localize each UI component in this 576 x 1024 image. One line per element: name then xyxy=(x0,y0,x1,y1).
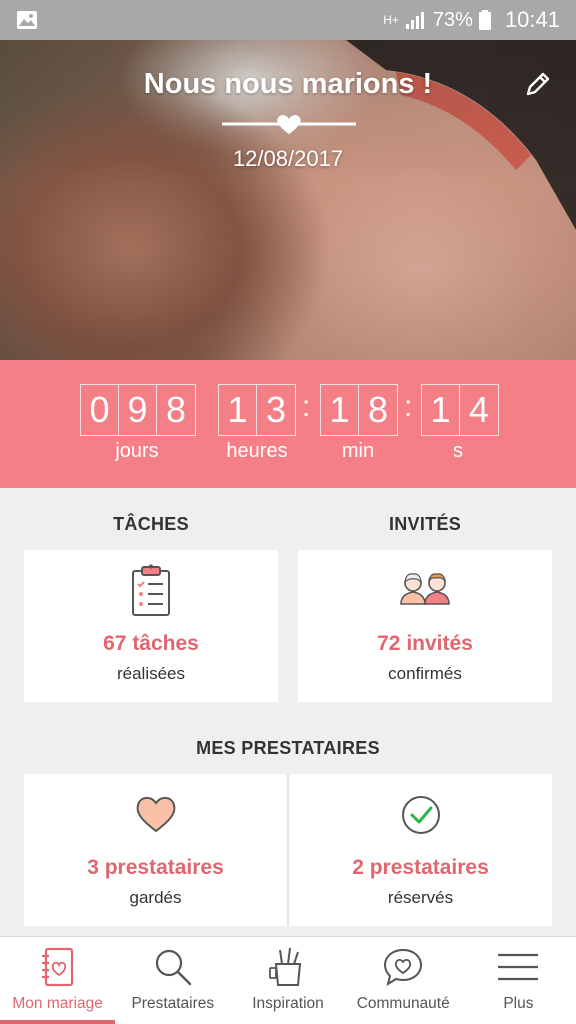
countdown-days: 0 9 8 xyxy=(80,384,196,436)
wedding-date: 12/08/2017 xyxy=(232,146,344,171)
couple-guests-icon xyxy=(400,573,450,605)
countdown-digit: 1 xyxy=(321,385,359,435)
countdown-digit: 1 xyxy=(422,385,460,435)
nav-item-mon-mariage[interactable]: Mon mariage xyxy=(0,937,116,1024)
search-icon xyxy=(155,949,191,986)
vendors-booked-card[interactable]: 2 prestataires réservés xyxy=(289,774,552,926)
countdown-hours: 1 3 xyxy=(218,384,296,436)
tasks-status: réalisées xyxy=(116,664,186,683)
countdown-digit: 1 xyxy=(219,385,257,435)
wedding-title: Nous nous marions ! xyxy=(143,68,433,100)
guests-card[interactable]: 72 invités confirmés xyxy=(298,550,552,702)
countdown-minutes: 1 8 xyxy=(320,384,398,436)
battery-icon xyxy=(478,10,491,30)
guests-status: confirmés xyxy=(388,664,462,683)
vendors-kept-status: gardés xyxy=(129,888,182,907)
countdown-digit: 8 xyxy=(367,389,389,430)
nav-label: Mon mariage xyxy=(12,995,103,1012)
heart-divider xyxy=(222,115,356,134)
nav-label: Prestataires xyxy=(131,995,215,1012)
nav-item-prestataires[interactable]: Prestataires xyxy=(115,937,230,1024)
battery-percent: 73% xyxy=(432,8,473,31)
nav-item-inspiration[interactable]: Inspiration xyxy=(230,937,345,1024)
network-type-text: H+ xyxy=(383,13,399,27)
guests-count: 72 invités xyxy=(377,632,473,655)
edit-button[interactable] xyxy=(522,68,554,100)
countdown-digit: 3 xyxy=(265,389,287,430)
vendors-booked-status: réservés xyxy=(387,888,454,907)
wedding-countdown: 0 9 8 1 3 : 1 8 : 1 4 jours heures min s xyxy=(0,360,576,488)
countdown-seconds: 1 4 xyxy=(421,384,499,436)
notebook-icon xyxy=(41,947,73,987)
countdown-digit: 4 xyxy=(468,389,490,430)
gallery-notification-icon xyxy=(17,11,37,29)
vendors-section-title: MES PRESTATAIRES xyxy=(196,738,380,758)
active-tab-indicator xyxy=(0,1020,116,1024)
chat-heart-icon xyxy=(384,948,423,987)
countdown-digit: 8 xyxy=(165,389,187,430)
menu-icon xyxy=(498,953,539,981)
days-label: jours xyxy=(115,440,159,462)
vendors-kept-card[interactable]: 3 prestataires gardés xyxy=(24,774,287,926)
vendors-kept-count: 3 prestataires xyxy=(87,856,224,879)
guests-section-title: INVITÉS xyxy=(388,514,462,534)
check-circle-icon xyxy=(401,796,440,834)
nav-item-plus[interactable]: Plus xyxy=(461,937,576,1024)
tasks-card[interactable]: 67 tâches réalisées xyxy=(24,550,278,702)
clock-time: 10:41 xyxy=(504,7,560,32)
checklist-clipboard-icon xyxy=(132,564,170,616)
countdown-separator: : xyxy=(302,390,311,423)
nav-label: Inspiration xyxy=(252,995,324,1012)
pencil-icon xyxy=(526,72,550,96)
countdown-digit: 9 xyxy=(119,385,157,435)
countdown-separator: : xyxy=(404,390,413,423)
status-bar: H+ 73% 10:41 xyxy=(0,0,576,40)
bottom-navigation: Mon mariage Prestataires Inspiration Com… xyxy=(0,936,576,1024)
tasks-section-title: TÂCHES xyxy=(113,514,189,534)
couple-photo-header: Nous nous marions ! 12/08/2017 xyxy=(0,40,576,360)
vendors-booked-count: 2 prestataires xyxy=(352,856,489,879)
heart-icon xyxy=(136,797,175,833)
seconds-label: s xyxy=(453,440,463,462)
nav-label: Plus xyxy=(503,995,534,1012)
signal-icon xyxy=(405,12,424,29)
app-screen: H+ 73% 10:41 Nous nous marions ! 12/08/2… xyxy=(0,0,576,1024)
pencil-cup-icon xyxy=(269,947,302,986)
countdown-digit: 0 xyxy=(81,385,119,435)
nav-item-communaute[interactable]: Communauté xyxy=(346,937,461,1024)
nav-label: Communauté xyxy=(356,995,450,1012)
tasks-count: 67 tâches xyxy=(103,632,199,655)
